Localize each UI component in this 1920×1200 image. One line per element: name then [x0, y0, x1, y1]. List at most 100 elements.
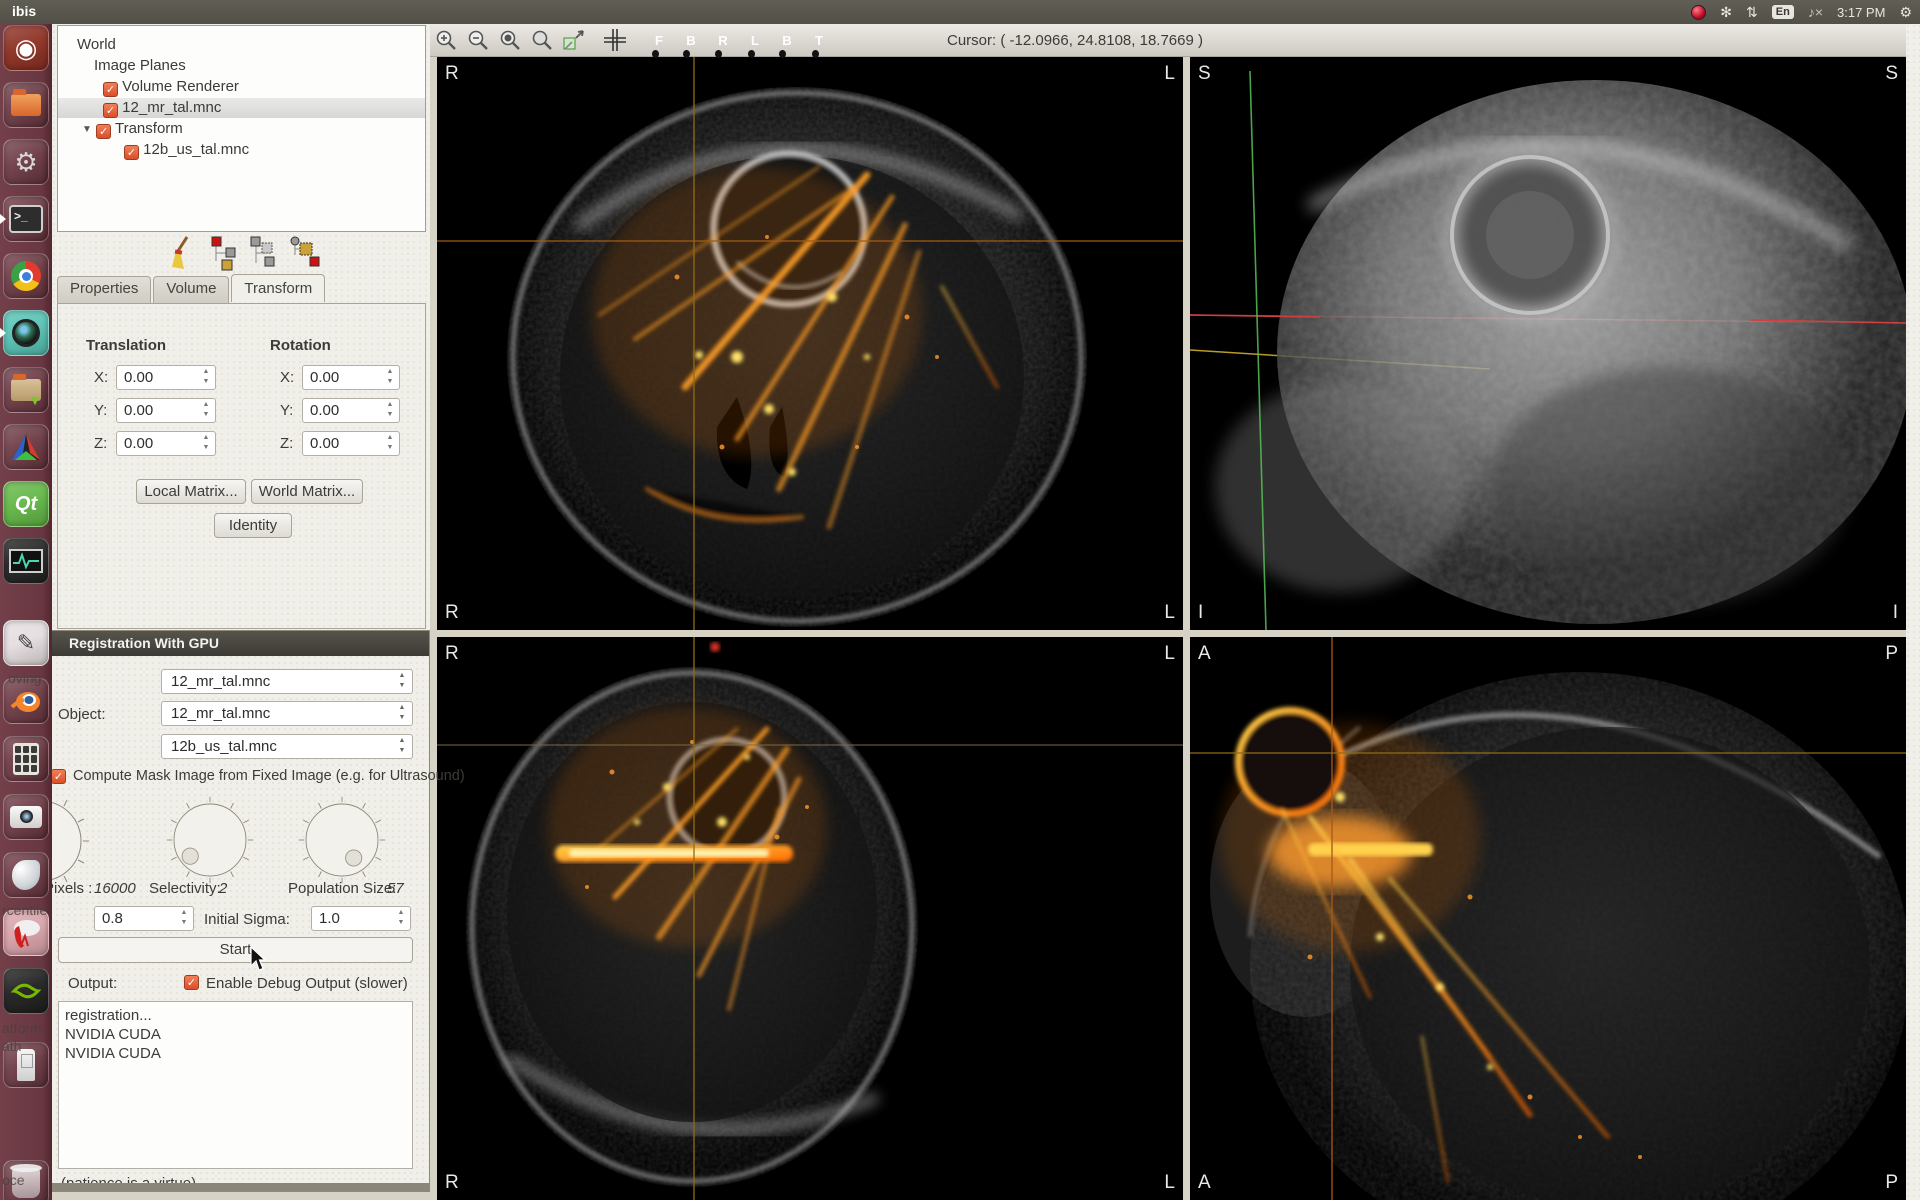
tree-item-world[interactable]: World [58, 35, 425, 55]
rotation-z-spinbox[interactable]: 0.00▲▼ [302, 431, 400, 456]
clean-scene-button[interactable] [164, 235, 194, 271]
checkbox-checked[interactable]: ✓ [96, 124, 111, 139]
session-indicator-icon[interactable]: ✻ [1720, 5, 1732, 19]
registration-output-textarea[interactable]: registration... NVIDIA CUDA NVIDIA CUDA [58, 1001, 413, 1169]
properties-tabbar: Properties Volume Transform [57, 276, 327, 304]
launcher-icon-nvidia-settings[interactable] [3, 968, 49, 1014]
spin-arrows-icon[interactable]: ▲▼ [395, 908, 407, 929]
spin-arrows-icon[interactable]: ▲▼ [396, 703, 408, 723]
launcher-icon-terminal[interactable]: >_ [3, 196, 49, 242]
zoom-out-button[interactable] [463, 26, 493, 54]
checkbox-checked[interactable]: ✓ [103, 82, 118, 97]
identity-button[interactable]: Identity [214, 513, 292, 538]
tree-item-volume-renderer[interactable]: ✓ Volume Renderer [58, 77, 425, 97]
viewport-axial[interactable]: R L R L [437, 57, 1183, 630]
launcher-icon-system-monitor[interactable] [3, 538, 49, 584]
spin-arrows-icon[interactable]: ▲▼ [396, 736, 408, 756]
view-right-button[interactable]: R [711, 27, 735, 54]
rotation-group-label: Rotation [270, 337, 331, 354]
selectivity-knob[interactable] [165, 795, 255, 885]
power-gear-icon[interactable]: ⚙ [1899, 5, 1912, 19]
debug-output-checkbox[interactable]: ✓ [184, 975, 199, 990]
view-back-button[interactable]: B [679, 27, 703, 54]
launcher-icon-camera-capture[interactable] [3, 794, 49, 840]
chrome-icon [11, 261, 41, 291]
debug-output-label: Enable Debug Output (slower) [206, 975, 408, 992]
launcher-icon-ubuntu-dash[interactable]: ◉ [3, 25, 49, 71]
spin-arrows-icon[interactable]: ▲▼ [178, 908, 190, 929]
tree-item-12b-us-tal[interactable]: ✓ 12b_us_tal.mnc [58, 140, 425, 160]
orientation-label: L [1164, 1172, 1175, 1194]
viewport-coronal[interactable]: R L R L [437, 637, 1183, 1200]
registration-with-gpu-dialog: Registration With GPU 12_mr_tal.mnc▲▼ Ob… [0, 630, 430, 1192]
view-top-button[interactable]: T [807, 27, 831, 54]
launcher-icon-text-editor[interactable]: ✎ [3, 620, 49, 666]
percentile-spinbox[interactable]: 0.8▲▼ [94, 906, 194, 931]
spin-arrows-icon[interactable]: ▲▼ [200, 400, 212, 421]
dialog-titlebar[interactable]: Registration With GPU [1, 631, 429, 656]
local-matrix-button[interactable]: Local Matrix... [136, 479, 246, 504]
initial-sigma-spinbox[interactable]: 1.0▲▼ [311, 906, 411, 931]
viewport-sagittal[interactable]: A P A P [1190, 637, 1906, 1200]
zoom-in-button[interactable] [431, 26, 461, 54]
app-indicator-icon[interactable] [1691, 5, 1706, 20]
keyboard-layout-indicator[interactable]: En [1772, 5, 1794, 19]
spin-arrows-icon[interactable]: ▲▼ [384, 433, 396, 454]
translation-y-label: Y: [94, 402, 107, 419]
translation-y-spinbox[interactable]: 0.00▲▼ [116, 398, 216, 423]
spin-arrows-icon[interactable]: ▲▼ [396, 671, 408, 691]
launcher-icon-package-installer[interactable]: ▼ [3, 367, 49, 413]
spin-arrows-icon[interactable]: ▲▼ [200, 367, 212, 388]
launcher-icon-cmake[interactable] [3, 424, 49, 470]
view-bottom-button[interactable]: B [775, 27, 799, 54]
fixed-image-combo[interactable]: 12_mr_tal.mnc▲▼ [161, 669, 413, 694]
expand-views-button[interactable] [559, 26, 589, 54]
transform-object-combo[interactable]: 12_mr_tal.mnc▲▼ [161, 701, 413, 726]
tab-transform[interactable]: Transform [231, 274, 325, 302]
clock[interactable]: 3:17 PM [1837, 5, 1885, 20]
selectivity-value: 2 [219, 880, 227, 897]
population-size-knob[interactable] [297, 795, 387, 885]
zoom-fit-button[interactable] [495, 26, 525, 54]
moving-image-combo[interactable]: 12b_us_tal.mnc▲▼ [161, 734, 413, 759]
spin-arrows-icon[interactable]: ▲▼ [200, 433, 212, 454]
initial-sigma-label: Initial Sigma: [204, 911, 290, 928]
tab-volume[interactable]: Volume [153, 276, 229, 304]
launcher-icon-qt-creator[interactable]: Qt [3, 481, 49, 527]
tree-item-12-mr-tal[interactable]: ✓ 12_mr_tal.mnc [58, 98, 425, 118]
tab-properties[interactable]: Properties [57, 276, 151, 304]
checkbox-checked[interactable]: ✓ [103, 103, 118, 118]
translation-z-spinbox[interactable]: 0.00▲▼ [116, 431, 216, 456]
launcher-icon-files[interactable] [3, 82, 49, 128]
view-front-button[interactable]: F [647, 27, 671, 54]
tree-item-transform[interactable]: ▼ ✓ Transform [58, 119, 425, 139]
graph-tool-button-1[interactable] [210, 235, 240, 271]
graph-tool-button-3[interactable] [288, 235, 322, 271]
checkbox-checked[interactable]: ✓ [124, 145, 139, 160]
launcher-icon-paraview[interactable] [3, 852, 49, 898]
zoom-reset-button[interactable] [527, 26, 557, 54]
viewport-3d[interactable]: S S I I [1190, 57, 1906, 630]
translation-x-spinbox[interactable]: 0.00▲▼ [116, 365, 216, 390]
crosshair-grid-button[interactable] [600, 26, 630, 54]
graph-tool-button-2[interactable] [248, 235, 278, 271]
tree-item-image-planes[interactable]: Image Planes [58, 56, 425, 76]
launcher-icon-chrome[interactable] [3, 253, 49, 299]
view-left-button[interactable]: L [743, 27, 767, 54]
world-matrix-button[interactable]: World Matrix... [251, 479, 363, 504]
right-panel-edge [1906, 24, 1920, 1200]
mask-checkbox[interactable]: ✓ [51, 769, 66, 784]
running-indicator-arrow [0, 328, 6, 338]
launcher-icon-calculator[interactable] [3, 736, 49, 782]
spin-arrows-icon[interactable]: ▲▼ [384, 367, 396, 388]
rotation-x-spinbox[interactable]: 0.00▲▼ [302, 365, 400, 390]
start-button[interactable]: Start [58, 937, 413, 963]
population-size-label: Population Size: [288, 880, 396, 897]
spin-arrows-icon[interactable]: ▲▼ [384, 400, 396, 421]
expander-arrow-icon[interactable]: ▼ [82, 120, 92, 140]
launcher-icon-system-settings[interactable]: ⚙ [3, 139, 49, 185]
launcher-icon-camera-app[interactable] [3, 310, 49, 356]
rotation-y-spinbox[interactable]: 0.00▲▼ [302, 398, 400, 423]
volume-muted-icon[interactable]: ♪× [1808, 5, 1823, 19]
sync-arrows-icon[interactable]: ⇅ [1746, 5, 1758, 19]
